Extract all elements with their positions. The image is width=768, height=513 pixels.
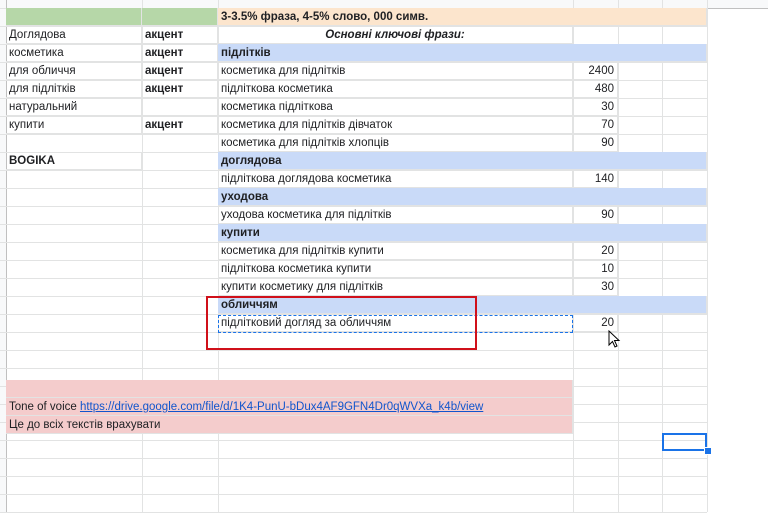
group-header[interactable]: підлітків xyxy=(218,44,707,62)
phrase-cell[interactable]: косметика підліткова xyxy=(218,98,573,116)
word-cell[interactable]: косметика xyxy=(6,44,142,62)
count-cell[interactable]: 480 xyxy=(573,80,618,98)
word-cell[interactable]: для обличчя xyxy=(6,62,142,80)
word-cell[interactable]: натуральний xyxy=(6,98,142,116)
green-header-cell-b[interactable] xyxy=(142,8,218,26)
word-cell[interactable]: для підлітків xyxy=(6,80,142,98)
phrase-cell[interactable]: купити косметику для підлітків xyxy=(218,278,573,296)
red-highlight-box xyxy=(206,296,477,350)
group-header[interactable]: уходова xyxy=(218,188,707,206)
fill-handle[interactable] xyxy=(704,447,712,455)
mouse-pointer-icon xyxy=(608,330,621,348)
phrase-cell[interactable]: косметика для підлітків дівчаток xyxy=(218,116,573,134)
phrase-cell[interactable]: підліткова косметика купити xyxy=(218,260,573,278)
accent-cell[interactable]: акцент xyxy=(142,116,218,134)
count-cell[interactable]: 90 xyxy=(573,206,618,224)
count-cell[interactable]: 140 xyxy=(573,170,618,188)
accent-cell[interactable]: акцент xyxy=(142,26,218,44)
apply-note-cell[interactable]: Це до всіх текстів врахувати xyxy=(6,416,573,434)
group-header[interactable]: купити xyxy=(218,224,707,242)
key-phrases-title[interactable]: Основні ключові фрази: xyxy=(218,26,573,44)
grid-column-line xyxy=(707,0,708,512)
count-cell[interactable]: 30 xyxy=(573,98,618,116)
phrase-cell[interactable]: косметика для підлітків купити xyxy=(218,242,573,260)
grid-column-line xyxy=(618,0,619,512)
phrase-cell[interactable]: косметика для підлітків хлопців xyxy=(218,134,573,152)
word-cell[interactable]: купити xyxy=(6,116,142,134)
tone-of-voice-cell[interactable]: Tone of voice https://drive.google.com/f… xyxy=(6,398,573,416)
count-cell[interactable]: 2400 xyxy=(573,62,618,80)
accent-cell[interactable]: акцент xyxy=(142,80,218,98)
grid-row-line xyxy=(0,440,707,441)
grid-row-line xyxy=(0,350,707,351)
phrase-cell[interactable]: підліткова косметика xyxy=(218,80,573,98)
count-cell[interactable]: 10 xyxy=(573,260,618,278)
accent-cell[interactable] xyxy=(142,98,218,116)
count-cell[interactable]: 70 xyxy=(573,116,618,134)
group-header[interactable]: доглядова xyxy=(218,152,707,170)
notes-blank-row[interactable] xyxy=(6,380,573,398)
instruction-cell[interactable]: 3-3.5% фраза, 4-5% слово, 000 симв. xyxy=(218,8,707,26)
active-cell-selection[interactable] xyxy=(662,433,707,451)
accent-cell[interactable]: акцент xyxy=(142,62,218,80)
count-cell[interactable]: 20 xyxy=(573,242,618,260)
tone-link[interactable]: https://drive.google.com/file/d/1K4-PunU… xyxy=(80,401,483,413)
brand-cell[interactable]: BOGIKA xyxy=(6,152,142,170)
spreadsheet-grid: 3-3.5% фраза, 4-5% слово, 000 симв. Осно… xyxy=(0,0,768,513)
word-cell[interactable]: Доглядова xyxy=(6,26,142,44)
green-header-cell-a[interactable] xyxy=(6,8,142,26)
grid-row-line xyxy=(0,476,707,477)
count-cell[interactable]: 30 xyxy=(573,278,618,296)
phrase-cell[interactable]: уходова косметика для підлітків xyxy=(218,206,573,224)
phrase-cell[interactable]: косметика для підлітків xyxy=(218,62,573,80)
accent-cell[interactable]: акцент xyxy=(142,44,218,62)
grid-row-line xyxy=(0,458,707,459)
phrase-cell[interactable]: підліткова доглядова косметика xyxy=(218,170,573,188)
grid-row-line xyxy=(0,494,707,495)
grid-row-line xyxy=(0,368,707,369)
count-cell[interactable]: 90 xyxy=(573,134,618,152)
tone-label: Tone of voice xyxy=(9,401,77,413)
